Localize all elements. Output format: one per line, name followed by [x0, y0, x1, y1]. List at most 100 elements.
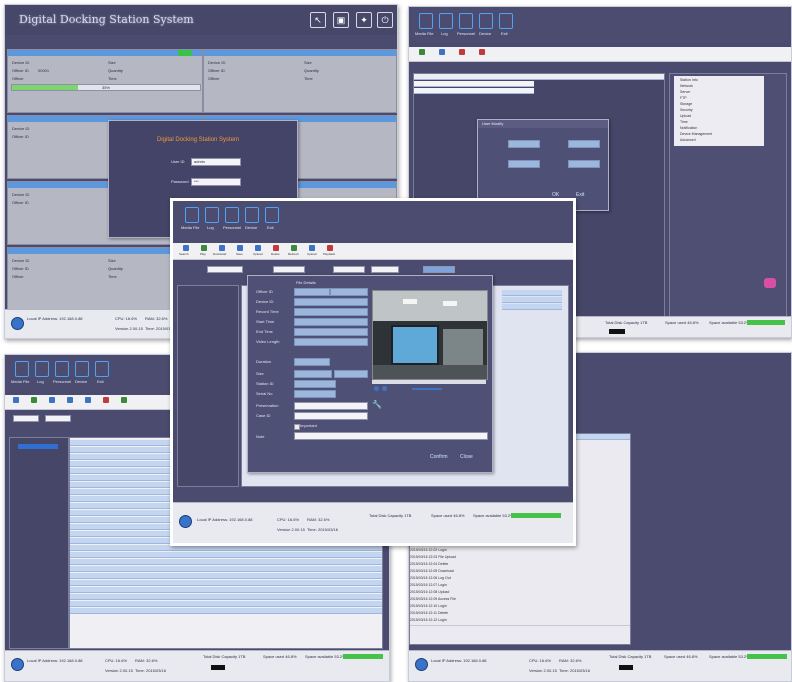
preservation-select[interactable] [294, 402, 368, 410]
upload-icon[interactable] [255, 245, 261, 251]
table-row[interactable] [70, 608, 382, 614]
save-icon[interactable] [237, 245, 243, 251]
tree-item[interactable]: Time [680, 120, 688, 124]
user-icon[interactable] [55, 361, 69, 377]
file-icon[interactable] [419, 13, 433, 29]
station-panel-2[interactable]: Device ID Size Officer ID Quantity Offic… [203, 49, 397, 113]
table-row[interactable] [70, 587, 382, 593]
exit-button[interactable]: Exit [576, 192, 584, 198]
size-field[interactable] [294, 370, 332, 378]
filter-input[interactable] [13, 415, 39, 422]
exit-icon[interactable] [499, 13, 513, 29]
video-preview[interactable] [372, 290, 488, 380]
tree-item[interactable]: Upload [680, 114, 691, 118]
table-row[interactable] [70, 580, 382, 586]
officer-name-field[interactable] [330, 288, 368, 296]
play-button-icon[interactable] [374, 386, 379, 391]
log-icon[interactable] [35, 361, 49, 377]
download-icon[interactable] [49, 397, 55, 403]
tree-item[interactable]: Notification [680, 126, 697, 130]
table-row[interactable] [70, 566, 382, 572]
video-length-field[interactable] [294, 338, 368, 346]
stop-button-icon[interactable] [382, 386, 387, 391]
device-icon[interactable] [245, 207, 259, 223]
start-filter[interactable] [333, 266, 365, 273]
password-input[interactable]: *** [191, 178, 241, 186]
power-icon[interactable]: ⏻ [377, 12, 393, 28]
tree-item[interactable]: Device Management [680, 132, 712, 136]
log-icon[interactable] [439, 13, 453, 29]
video-timeline[interactable] [372, 380, 486, 384]
table-row[interactable] [70, 552, 382, 558]
duration-field[interactable] [294, 358, 330, 366]
officer-id-field[interactable] [294, 288, 330, 296]
table-row[interactable] [502, 297, 562, 303]
file-icon[interactable] [185, 207, 199, 223]
play-icon[interactable] [31, 397, 37, 403]
station-panel-1[interactable]: Device ID Size Officer ID 00001 Quantity… [7, 49, 203, 113]
tree-item[interactable]: Network [680, 84, 693, 88]
search-icon[interactable] [13, 397, 19, 403]
exit-icon[interactable] [265, 207, 279, 223]
permission-field[interactable] [568, 160, 600, 168]
refresh-icon[interactable] [291, 245, 297, 251]
playback-icon[interactable] [327, 245, 333, 251]
type-filter[interactable] [423, 266, 455, 273]
tree-item[interactable]: Security [680, 108, 693, 112]
password-field[interactable] [508, 160, 540, 168]
date-filter[interactable] [273, 266, 305, 273]
device-icon[interactable] [75, 361, 89, 377]
table-row[interactable] [70, 573, 382, 579]
refresh-icon[interactable] [121, 397, 127, 403]
tree-item[interactable]: Advanced [680, 138, 696, 142]
monitor-icon[interactable]: ▣ [333, 12, 349, 28]
user-icon[interactable] [225, 207, 239, 223]
start-time-field[interactable] [294, 318, 368, 326]
record-time-field[interactable] [294, 308, 368, 316]
user-id-input[interactable]: admin [191, 158, 241, 166]
filter-input[interactable] [45, 415, 71, 422]
add-icon[interactable] [419, 49, 425, 55]
device-id-field[interactable] [294, 298, 368, 306]
volume-bar[interactable] [412, 388, 442, 390]
exit-icon[interactable] [95, 361, 109, 377]
upload2-icon[interactable] [309, 245, 315, 251]
user-icon[interactable] [459, 13, 473, 29]
save-icon[interactable] [67, 397, 73, 403]
network-icon[interactable]: ✦ [356, 12, 372, 28]
tree-item[interactable]: Server [680, 90, 690, 94]
table-row[interactable] [70, 594, 382, 600]
station-id-field[interactable] [294, 380, 336, 388]
settings-tree[interactable]: Station Info Network Server FTP Storage … [669, 73, 787, 325]
wrench-icon[interactable]: 🔧 [372, 400, 382, 409]
log-row[interactable]: 2015/03/16 12:12 Login [410, 618, 630, 626]
upload-icon[interactable] [85, 397, 91, 403]
search-icon[interactable] [183, 245, 189, 251]
tree-item[interactable]: FTP [680, 96, 687, 100]
confirm-button[interactable]: Confirm [430, 454, 448, 460]
officer-filter[interactable] [207, 266, 243, 273]
tree-item[interactable]: Storage [680, 102, 692, 106]
play-icon[interactable] [201, 245, 207, 251]
table-row[interactable] [502, 290, 562, 296]
end-time-field[interactable] [294, 328, 368, 336]
refresh-icon[interactable] [479, 49, 485, 55]
table-row[interactable] [502, 304, 562, 310]
userid-field[interactable] [568, 140, 600, 148]
delete-icon[interactable] [273, 245, 279, 251]
folder-tree[interactable] [177, 285, 239, 487]
delete-icon[interactable] [459, 49, 465, 55]
log-icon[interactable] [205, 207, 219, 223]
list-item[interactable] [414, 81, 534, 87]
size-unit-field[interactable] [334, 370, 368, 378]
device-icon[interactable] [479, 13, 493, 29]
edit-icon[interactable] [439, 49, 445, 55]
folder-tree[interactable] [9, 437, 69, 649]
download-icon[interactable] [219, 245, 225, 251]
table-row[interactable] [70, 601, 382, 607]
note-input[interactable] [294, 432, 488, 440]
table-row[interactable] [70, 559, 382, 565]
cursor-icon[interactable]: ↖ [310, 12, 326, 28]
case-id-input[interactable] [294, 412, 368, 420]
file-icon[interactable] [15, 361, 29, 377]
